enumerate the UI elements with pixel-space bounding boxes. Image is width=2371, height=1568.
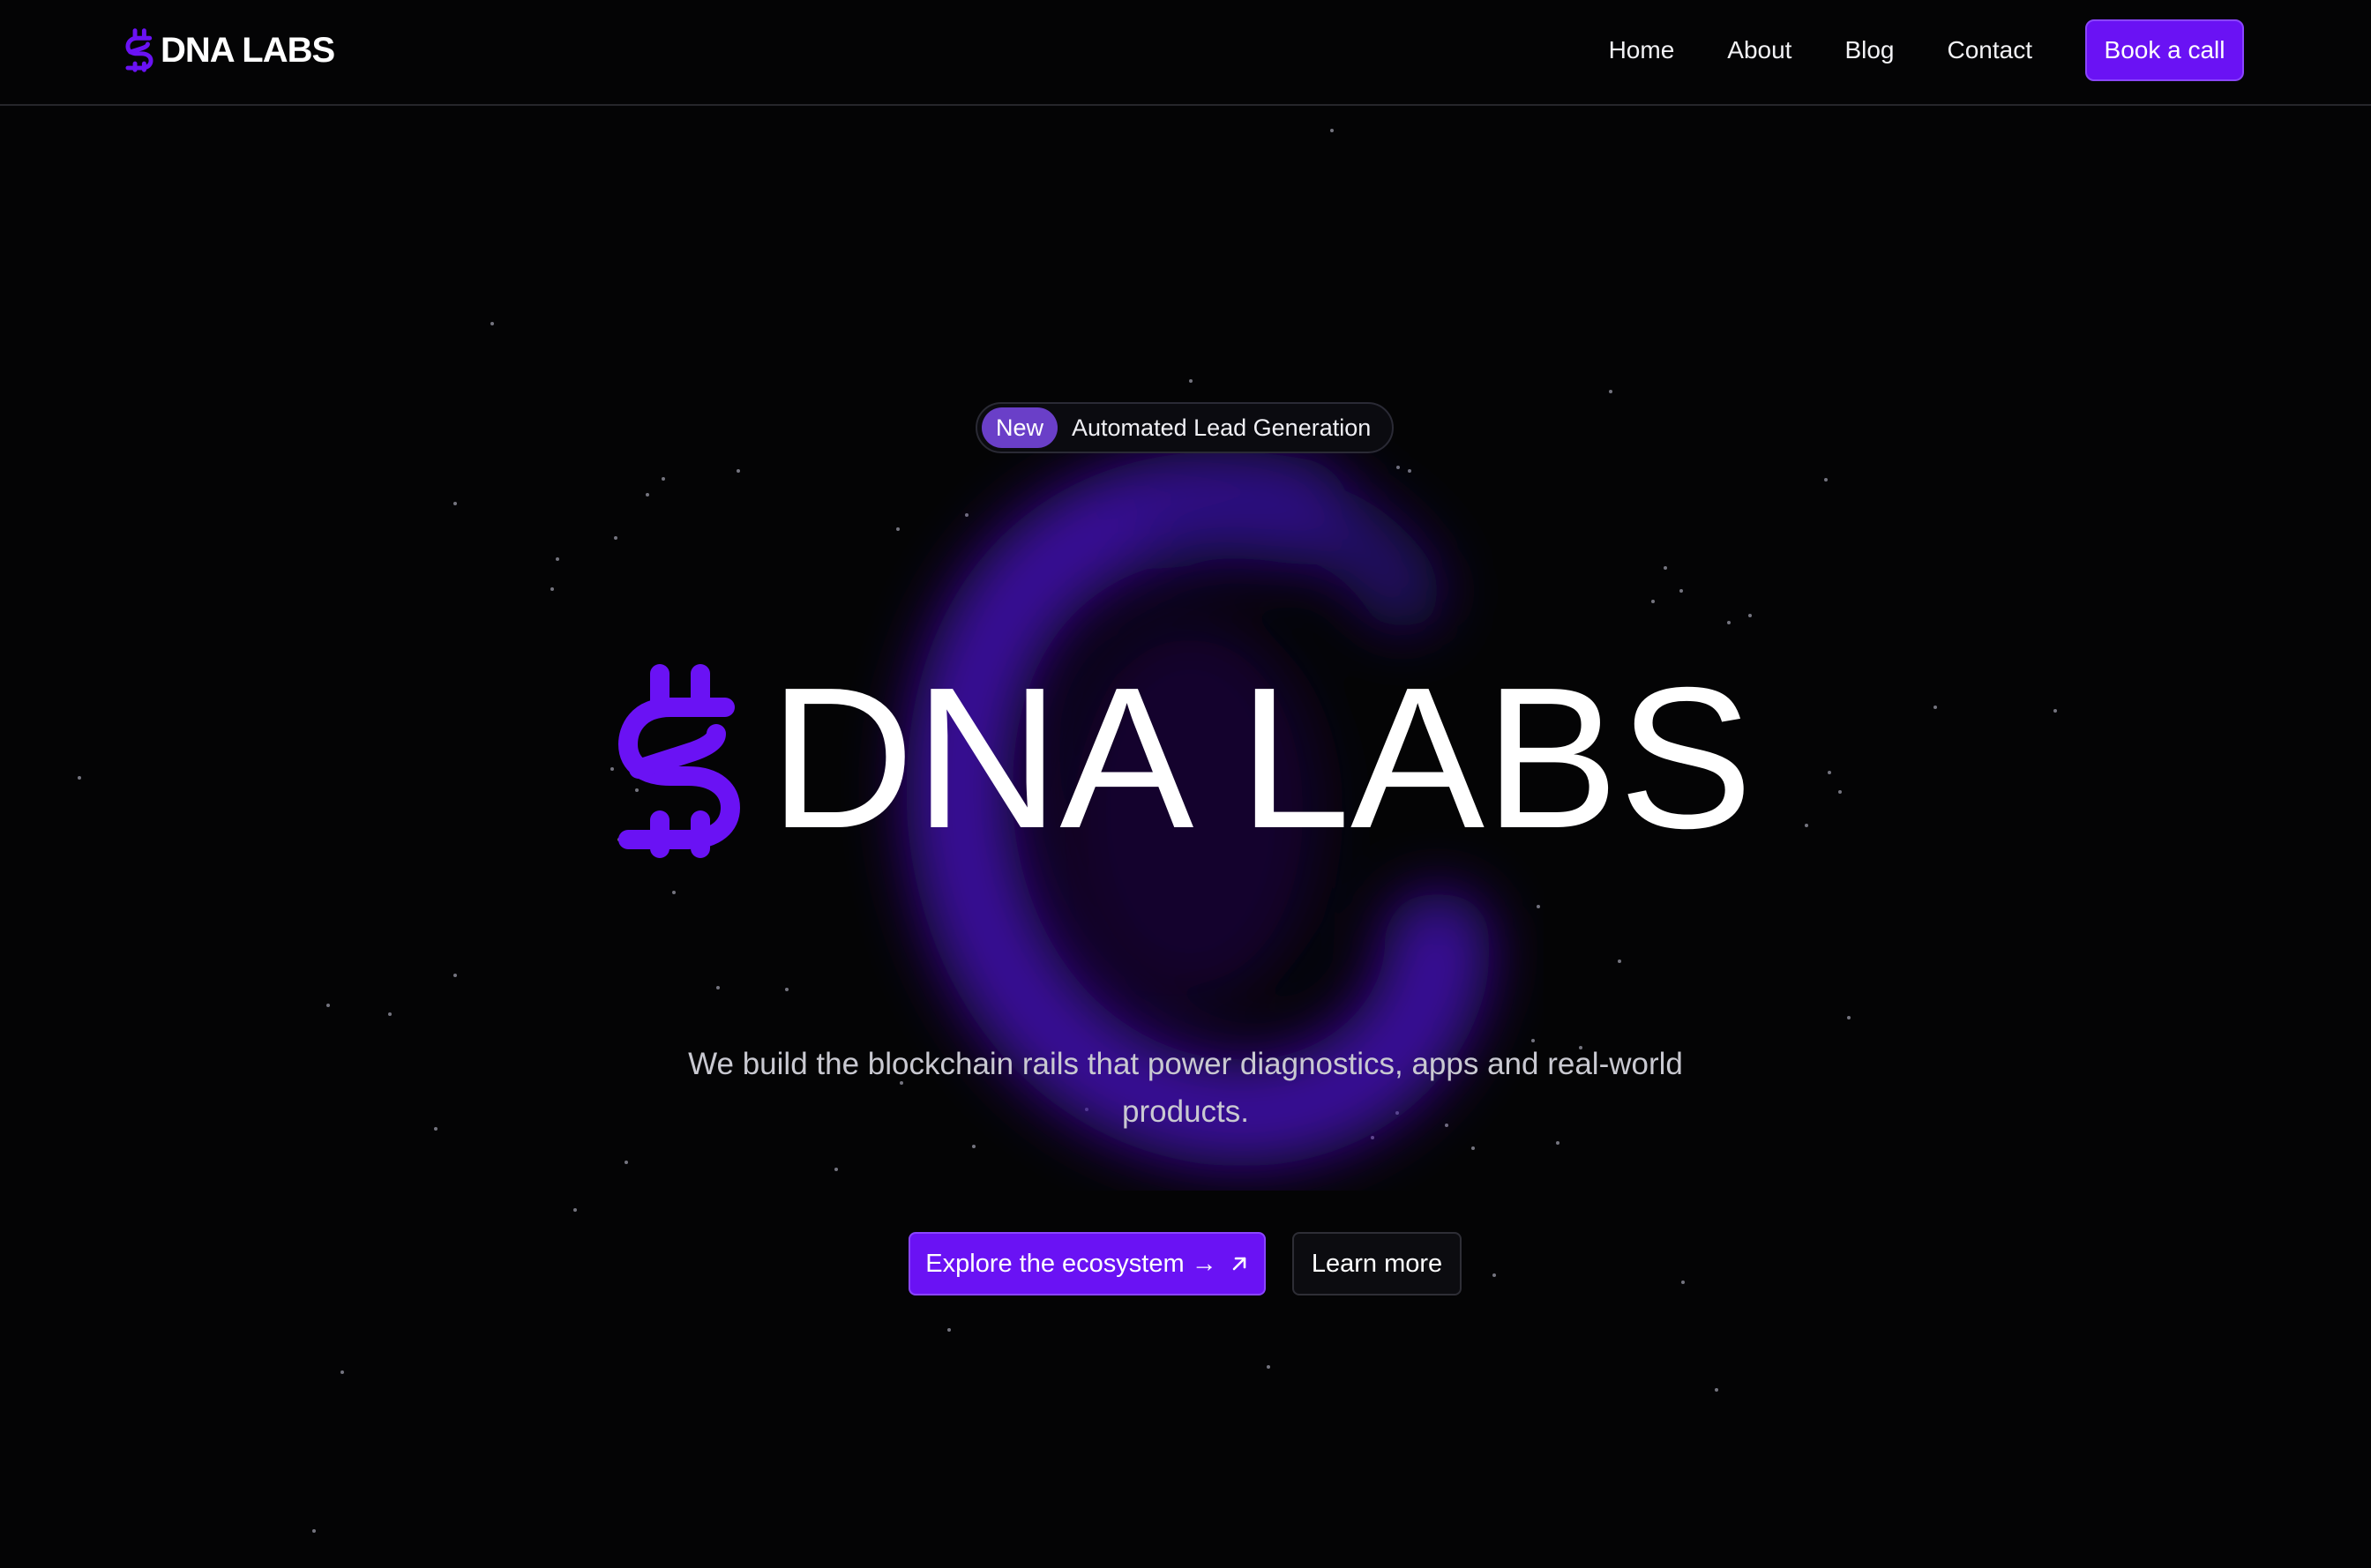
- top-navbar: DNA LABS Home About Blog Contact Book a …: [0, 0, 2371, 106]
- nav-link-about[interactable]: About: [1727, 36, 1791, 64]
- nav-link-contact[interactable]: Contact: [1948, 36, 2033, 64]
- hero-subtitle: We build the blockchain rails that power…: [688, 1047, 1683, 1129]
- nav-link-blog[interactable]: Blog: [1844, 36, 1894, 64]
- nav-link-home[interactable]: Home: [1609, 36, 1675, 64]
- hero-dollar-dna-icon: [617, 664, 741, 858]
- brand-logo[interactable]: DNA LABS: [125, 26, 335, 74]
- book-call-button[interactable]: Book a call: [2085, 19, 2244, 81]
- explore-ecosystem-label: Explore the ecosystem →: [925, 1249, 1217, 1278]
- new-pill: New: [982, 407, 1058, 448]
- announcement-text: Automated Lead Generation: [1072, 414, 1372, 441]
- explore-ecosystem-button[interactable]: Explore the ecosystem →: [909, 1232, 1266, 1295]
- landing-page: DNA LABS Home About Blog Contact Book a …: [0, 0, 2371, 1568]
- brand-name: DNA LABS: [161, 30, 335, 70]
- hero-title: DNA LABS: [769, 646, 1754, 870]
- nav-menu: Home About Blog Contact Book a call: [1556, 19, 2244, 81]
- announcement-badge[interactable]: New Automated Lead Generation: [976, 402, 1394, 453]
- learn-more-button[interactable]: Learn more: [1292, 1232, 1462, 1295]
- external-arrow-icon: [1232, 1257, 1246, 1271]
- dollar-dna-icon: [125, 28, 153, 72]
- hero-cta-group: Explore the ecosystem → Learn more: [909, 1232, 1462, 1295]
